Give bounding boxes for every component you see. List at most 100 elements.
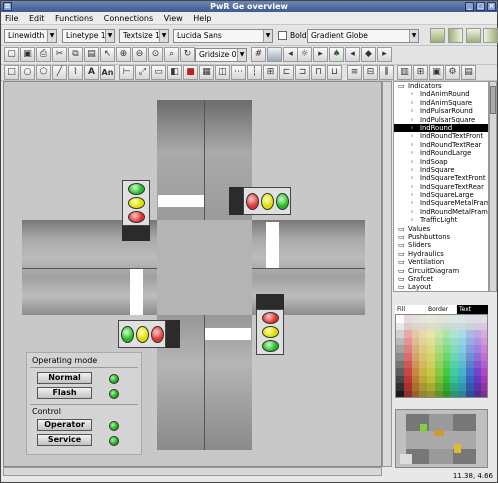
palette-swatch[interactable]	[473, 360, 482, 369]
palette-swatch[interactable]	[473, 330, 482, 338]
bold-checkbox[interactable]	[278, 31, 287, 40]
palette-swatch[interactable]	[473, 322, 482, 331]
palette-swatch[interactable]	[403, 391, 412, 397]
palette-swatch[interactable]	[481, 330, 487, 338]
palette-swatch[interactable]	[403, 368, 412, 376]
tree-scroll-thumb[interactable]	[490, 86, 496, 114]
palette-swatch[interactable]	[450, 383, 458, 391]
palette-swatch[interactable]	[434, 353, 443, 361]
align-bottom-icon[interactable]: ⊔	[327, 65, 342, 80]
palette-swatch[interactable]	[481, 315, 487, 323]
tree-item[interactable]: ◦ TrafficLight	[394, 216, 488, 224]
palette-swatch[interactable]	[411, 315, 420, 323]
tree-item[interactable]: ◦ IndAnimRound	[394, 90, 488, 98]
palette-swatch[interactable]	[411, 375, 420, 384]
palette-swatch[interactable]	[419, 368, 427, 376]
palette-swatch[interactable]	[450, 337, 458, 346]
color-palette[interactable]	[395, 314, 488, 398]
palette-swatch[interactable]	[434, 360, 443, 369]
palette-swatch[interactable]	[473, 375, 482, 384]
palette-swatch[interactable]	[403, 360, 412, 369]
palette-swatch[interactable]	[419, 330, 427, 338]
distribute-icon[interactable]: ≡	[347, 65, 362, 80]
fill-style-button-4[interactable]	[483, 28, 498, 43]
tree-folder[interactable]: ▭ Indicators	[394, 82, 488, 90]
tab-border[interactable]: Border	[426, 305, 456, 314]
zoom-reset-icon[interactable]: ⊙	[148, 47, 163, 62]
palette-swatch[interactable]	[411, 353, 420, 361]
palette-swatch[interactable]	[396, 337, 404, 346]
redraw-icon[interactable]: ↻	[180, 47, 195, 62]
tree-folder[interactable]: ▭ Hydraulics	[394, 250, 488, 258]
linetype-select[interactable]: Linetype 1 ▼	[62, 29, 115, 43]
border-icon[interactable]: ▦	[199, 65, 214, 80]
arrow-right-icon-2[interactable]: ▸	[377, 47, 392, 62]
palette-swatch[interactable]	[465, 315, 474, 323]
fill-style-button-1[interactable]	[430, 28, 445, 43]
palette-swatch[interactable]	[434, 375, 443, 384]
palette-swatch[interactable]	[403, 375, 412, 384]
palette-swatch[interactable]	[434, 345, 443, 353]
palette-swatch[interactable]	[419, 315, 427, 323]
ellipse-tool-icon[interactable]: ○	[20, 65, 35, 80]
bars-icon[interactable]: ▥	[397, 65, 412, 80]
palette-swatch[interactable]	[442, 353, 451, 361]
traffic-light-east[interactable]	[243, 187, 291, 215]
gradient-select[interactable]: Gradient Globe ▼	[307, 29, 419, 43]
arrow-right-icon[interactable]: ▸	[313, 47, 328, 62]
align-right-icon[interactable]: ⊐	[295, 65, 310, 80]
palette-swatch[interactable]	[434, 337, 443, 346]
palette-swatch[interactable]	[450, 322, 458, 331]
palette-swatch[interactable]	[465, 330, 474, 338]
menu-edit[interactable]: Edit	[25, 12, 49, 25]
shadow-icon[interactable]: ■	[183, 65, 198, 80]
palette-swatch[interactable]	[411, 391, 420, 397]
gridsize-select[interactable]: Gridsize 0.5 ▼	[195, 48, 247, 62]
palette-swatch[interactable]	[396, 315, 404, 323]
palette-swatch[interactable]	[442, 368, 451, 376]
flash-button[interactable]: Flash	[37, 387, 92, 399]
palette-swatch[interactable]	[411, 330, 420, 338]
center-icon[interactable]: ⊟	[363, 65, 378, 80]
palette-swatch[interactable]	[403, 353, 412, 361]
palette-swatch[interactable]	[481, 353, 487, 361]
palette-swatch[interactable]	[427, 353, 435, 361]
palette-swatch[interactable]	[450, 353, 458, 361]
subgraph-tree[interactable]: ▭ Indicators ◦ IndAnimRound ◦ IndAnimSquare ◦ I…	[393, 81, 489, 292]
palette-swatch[interactable]	[434, 330, 443, 338]
tree-folder[interactable]: ▭ Ventilation	[394, 258, 488, 266]
text-tool-icon[interactable]: A	[84, 65, 99, 80]
font-select[interactable]: Lucida Sans ▼	[173, 29, 273, 43]
palette-swatch[interactable]	[396, 330, 404, 338]
palette-swatch[interactable]	[442, 375, 451, 384]
palette-swatch[interactable]	[442, 383, 451, 391]
palette-swatch[interactable]	[442, 345, 451, 353]
fill-style-button-2[interactable]	[448, 28, 463, 43]
palette-swatch[interactable]	[458, 368, 466, 376]
palette-swatch[interactable]	[458, 391, 466, 397]
palette-swatch[interactable]	[458, 383, 466, 391]
tree-item[interactable]: ◦ IndSquareTextRear	[394, 183, 488, 191]
palette-swatch[interactable]	[473, 368, 482, 376]
connection-tool-icon[interactable]: ⊢	[119, 65, 134, 80]
cut-icon[interactable]: ✂	[52, 47, 67, 62]
menu-help[interactable]: Help	[189, 12, 215, 25]
palette-swatch[interactable]	[458, 345, 466, 353]
tree-folder[interactable]: ▭ Values	[394, 225, 488, 233]
menu-connections[interactable]: Connections	[100, 12, 157, 25]
palette-swatch[interactable]	[427, 391, 435, 397]
tree-scrollbar[interactable]	[489, 81, 497, 292]
palette-icon[interactable]: ▤	[461, 65, 476, 80]
palette-swatch[interactable]	[473, 315, 482, 323]
tree-item[interactable]: ◦ IndRoundMetalFram	[394, 208, 488, 216]
palette-swatch[interactable]	[442, 315, 451, 323]
space-icon[interactable]: ⫼	[379, 65, 394, 80]
palette-swatch[interactable]	[465, 383, 474, 391]
palette-swatch[interactable]	[465, 375, 474, 384]
palette-swatch[interactable]	[473, 337, 482, 346]
palette-swatch[interactable]	[458, 330, 466, 338]
palette-swatch[interactable]	[403, 345, 412, 353]
polygon-tool-icon[interactable]: ⬠	[36, 65, 51, 80]
tree-item[interactable]: ◦ IndRoundTextRear	[394, 141, 488, 149]
tree-folder[interactable]: ▭ Sliders	[394, 241, 488, 249]
